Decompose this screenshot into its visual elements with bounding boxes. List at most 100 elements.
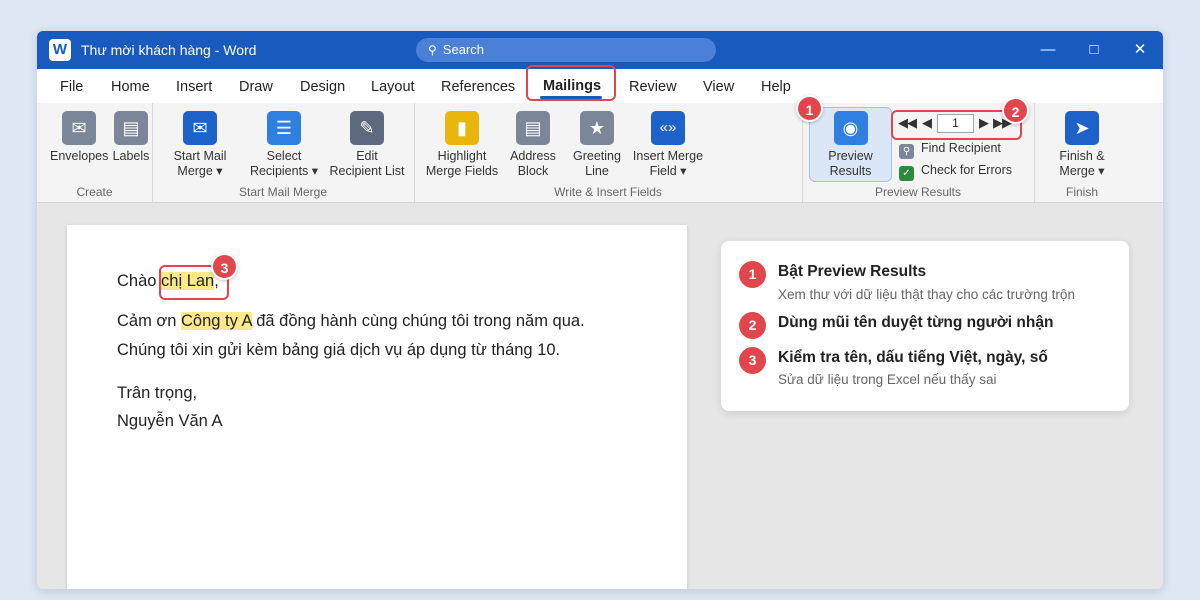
minimize-button[interactable]: —: [1025, 31, 1071, 69]
search-box[interactable]: ⚲ Search: [416, 38, 716, 62]
tab-insert[interactable]: Insert: [176, 79, 212, 95]
title-bar: W Thư mời khách hàng - Word ⚲ Search — □ …: [37, 31, 1163, 69]
highlight-label-1: Highlight: [437, 149, 487, 163]
greeting-prefix: Chào: [117, 272, 162, 290]
labels-icon: ▤: [114, 111, 148, 145]
group-label-create: Create: [76, 185, 113, 199]
insert-merge-label-1: Insert Merge: [632, 149, 704, 163]
address-block-label-2: Block: [517, 164, 549, 178]
ribbon-tabs: File Home Insert Draw Design Layout Refe…: [37, 65, 1163, 103]
send-arrow-icon: ➤: [1065, 111, 1099, 145]
labels-button[interactable]: ▤ Labels: [111, 111, 151, 164]
step-3-description: Sửa dữ liệu trong Excel nếu thấy sai: [778, 372, 997, 387]
check-for-errors-button[interactable]: ✓ Check for Errors: [899, 163, 1012, 181]
tab-home[interactable]: Home: [111, 79, 150, 95]
body-line-2: Chúng tôi xin gửi kèm bảng giá dịch vụ á…: [117, 341, 561, 359]
find-recipient-label: Find Recipient: [921, 141, 1001, 155]
group-label-start-mail-merge: Start Mail Merge: [238, 185, 328, 199]
mailings-ribbon: ✉ Envelopes ▤ Labels Create ✉ Start Mail…: [37, 95, 1163, 203]
first-record-button[interactable]: ◀◀: [898, 115, 917, 131]
envelopes-button[interactable]: ✉ Envelopes: [50, 111, 108, 164]
step-3-number: 3: [739, 347, 766, 374]
preview-results-label-2: Results: [829, 164, 872, 178]
step-badge-3: 3: [211, 253, 238, 280]
signature-line: Nguyễn Văn A: [117, 412, 223, 430]
tab-help[interactable]: Help: [761, 79, 791, 95]
find-icon: ⚲: [899, 144, 914, 159]
step-1-title: Bật Preview Results: [778, 263, 927, 280]
start-mail-merge-button[interactable]: ✉ Start Mail Merge ▾: [167, 111, 233, 179]
address-block-icon: ▤: [516, 111, 550, 145]
step-badge-2: 2: [1002, 97, 1029, 124]
next-record-button[interactable]: ▶: [979, 115, 989, 131]
previous-record-button[interactable]: ◀: [922, 115, 932, 131]
tab-references[interactable]: References: [441, 79, 515, 95]
edit-recipient-label-1: Edit: [356, 149, 378, 163]
address-block-label-1: Address: [510, 149, 556, 163]
mail-merge-icon: ✉: [183, 111, 217, 145]
tab-design[interactable]: Design: [300, 79, 345, 95]
document-title: Thư mời khách hàng - Word: [81, 42, 257, 58]
select-recipients-label-2: Recipients ▾: [249, 164, 319, 178]
tab-view[interactable]: View: [703, 79, 734, 95]
preview-results-label-1: Preview: [828, 149, 873, 163]
search-icon: ⚲: [428, 43, 437, 57]
address-block-button[interactable]: ▤ Address Block: [504, 111, 562, 179]
check-errors-label: Check for Errors: [921, 163, 1012, 177]
edit-recipient-label-2: Recipient List: [329, 164, 405, 178]
greeting-line-label-1: Greeting: [573, 149, 621, 163]
highlight-label-2: Merge Fields: [425, 164, 499, 178]
step-2-number: 2: [739, 312, 766, 339]
envelope-icon: ✉: [62, 111, 96, 145]
step-2-title: Dùng mũi tên duyệt từng người nhận: [778, 314, 1054, 331]
maximize-button[interactable]: □: [1071, 31, 1117, 69]
step-3-title: Kiểm tra tên, dấu tiếng Việt, ngày, số: [778, 349, 1048, 366]
edit-recipient-list-button[interactable]: ✎ Edit Recipient List: [327, 111, 407, 179]
highlighter-icon: ▮: [445, 111, 479, 145]
merge-field-icon: «»: [651, 111, 685, 145]
insert-merge-label-2: Field ▾: [649, 164, 687, 178]
instructions-card: 1 Bật Preview Results Xem thư với dữ liệ…: [721, 241, 1129, 411]
group-label-finish: Finish: [1065, 185, 1098, 199]
greeting-line-button[interactable]: ★ Greeting Line: [567, 111, 627, 179]
mailings-highlight-box: [526, 65, 616, 101]
preview-eye-icon: ◉: [833, 111, 868, 145]
start-mail-merge-label-2: Merge ▾: [177, 164, 223, 178]
tab-review[interactable]: Review: [629, 79, 677, 95]
body-line-1-prefix: Cảm ơn: [117, 312, 182, 330]
step-1-description: Xem thư với dữ liệu thật thay cho các tr…: [778, 287, 1075, 302]
search-label: Search: [442, 42, 484, 57]
body-line-1-suffix: đã đồng hành cùng chúng tôi trong năm qu…: [251, 312, 585, 330]
recipients-list-icon: ☰: [267, 111, 301, 145]
record-number-input[interactable]: 1: [937, 114, 974, 133]
preview-results-button[interactable]: ◉ Preview Results: [813, 111, 888, 179]
group-label-write-insert: Write & Insert Fields: [554, 185, 662, 199]
word-window: W Thư mời khách hàng - Word ⚲ Search — □ …: [37, 31, 1163, 589]
select-recipients-button[interactable]: ☰ Select Recipients ▾: [246, 111, 322, 179]
finish-merge-label-2: Merge ▾: [1059, 164, 1105, 178]
body-line-1: Cảm ơn Công ty A đã đồng hành cùng chúng…: [117, 312, 585, 331]
finish-merge-label-1: Finish &: [1059, 149, 1105, 163]
tab-draw[interactable]: Draw: [239, 79, 273, 95]
document-page[interactable]: Chào chị Lan, 3 Cảm ơn Công ty A đã đồng…: [67, 225, 687, 589]
select-recipients-label-1: Select: [266, 149, 302, 163]
highlight-merge-fields-button[interactable]: ▮ Highlight Merge Fields: [424, 111, 500, 179]
insert-merge-field-button[interactable]: «» Insert Merge Field ▾: [631, 111, 705, 179]
start-mail-merge-label-1: Start Mail: [173, 149, 227, 163]
word-logo-icon: W: [49, 39, 71, 61]
envelopes-label: Envelopes: [50, 149, 109, 163]
labels-label: Labels: [112, 149, 150, 163]
tab-layout[interactable]: Layout: [371, 79, 415, 95]
greeting-line-label-2: Line: [585, 164, 609, 178]
group-label-preview-results: Preview Results: [874, 185, 962, 199]
find-recipient-button[interactable]: ⚲ Find Recipient: [899, 141, 1001, 159]
edit-pencil-icon: ✎: [350, 111, 384, 145]
star-icon: ★: [580, 111, 614, 145]
tab-file[interactable]: File: [60, 79, 83, 95]
close-button[interactable]: ✕: [1117, 31, 1163, 69]
check-icon: ✓: [899, 166, 914, 181]
closing-line: Trân trọng,: [117, 384, 198, 402]
finish-merge-button[interactable]: ➤ Finish & Merge ▾: [1050, 111, 1114, 179]
step-1-number: 1: [739, 261, 766, 288]
step-badge-1: 1: [796, 95, 823, 122]
